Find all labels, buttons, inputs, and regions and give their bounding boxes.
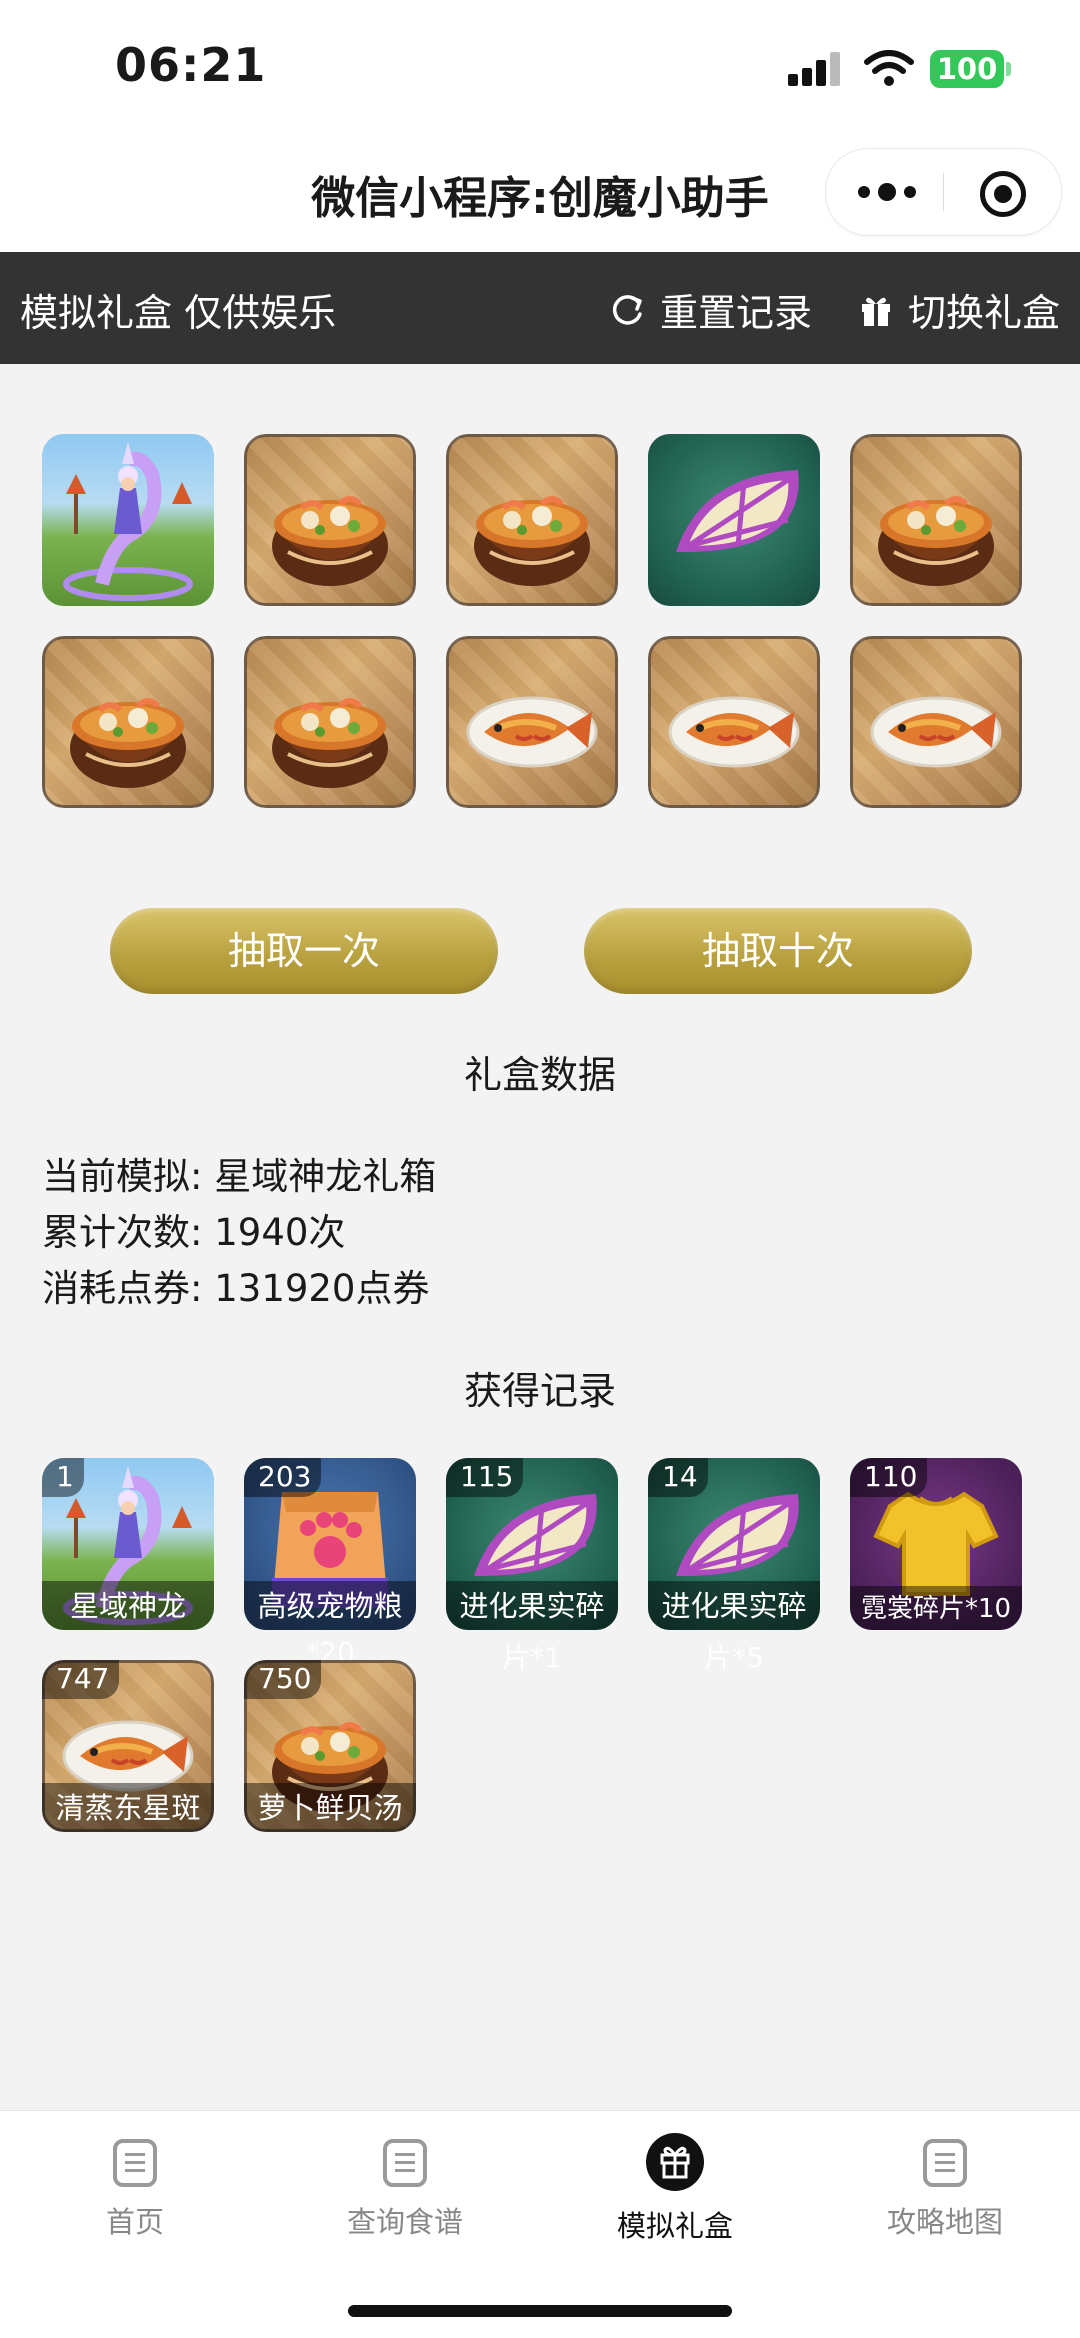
record-label-overflow: 片*5 — [704, 1641, 764, 1674]
reset-records-button[interactable]: 重置记录 — [610, 282, 812, 337]
record-count: 203 — [244, 1458, 322, 1497]
wifi-icon — [864, 50, 914, 86]
refresh-icon — [612, 294, 642, 325]
record-label: 清蒸东星斑 — [42, 1783, 214, 1832]
gift-icon — [862, 297, 890, 326]
tab-label: 攻略地图 — [886, 2205, 1003, 2239]
gift-icon — [646, 2133, 704, 2191]
shellfish-soup-icon — [42, 636, 214, 808]
tab-label: 首页 — [105, 2205, 164, 2239]
result-item[interactable] — [42, 434, 214, 606]
home-indicator — [348, 2305, 732, 2317]
record-item[interactable]: 110 霓裳碎片*10 — [850, 1458, 1022, 1630]
steamed-fish-icon — [446, 636, 618, 808]
record-count: 1 — [42, 1458, 84, 1497]
record-count: 14 — [648, 1458, 708, 1497]
stat-current-box: 当前模拟: 星域神龙礼箱 — [42, 1146, 436, 1200]
battery-indicator: 100 — [930, 50, 1004, 88]
result-item[interactable] — [244, 434, 416, 606]
record-item[interactable]: 747 清蒸东星斑 — [42, 1660, 214, 1832]
shellfish-soup-icon — [850, 434, 1022, 606]
stat-coupon-cost: 消耗点券: 131920点券 — [42, 1258, 429, 1312]
capsule-divider — [943, 173, 944, 211]
toolbar-title: 模拟礼盒 仅供娱乐 — [20, 291, 337, 335]
result-item[interactable] — [850, 434, 1022, 606]
stat-count-label: 累计次数: — [42, 1211, 203, 1254]
document-icon — [383, 2139, 427, 2187]
stat-cost-label: 消耗点券: — [42, 1267, 203, 1310]
record-item[interactable]: 1 星域神龙 — [42, 1458, 214, 1630]
record-label: 萝卜鲜贝汤 — [244, 1783, 416, 1832]
gift-box-toolbar: 模拟礼盒 仅供娱乐 重置记录 切换礼盒 — [0, 252, 1080, 364]
evolution-fruit-slice-icon — [648, 434, 820, 606]
result-item[interactable] — [648, 636, 820, 808]
result-item[interactable] — [648, 434, 820, 606]
draw-ten-button[interactable]: 抽取十次 — [584, 908, 972, 994]
stat-current-value: 星域神龙礼箱 — [214, 1155, 437, 1198]
status-bar: 06:21 100 — [0, 0, 1080, 140]
tab-guide-map[interactable]: 攻略地图 — [810, 2131, 1080, 2241]
result-item[interactable] — [446, 434, 618, 606]
capsule-menu — [825, 148, 1062, 236]
steamed-fish-icon — [850, 636, 1022, 808]
record-count: 750 — [244, 1660, 322, 1699]
more-icon[interactable] — [858, 177, 918, 207]
shellfish-soup-icon — [244, 636, 416, 808]
switch-gift-box-label: 切换礼盒 — [908, 291, 1061, 335]
stat-current-label: 当前模拟: — [42, 1155, 203, 1198]
records-grid: 1 星域神龙 203 高级宠物粮 115 进化果实碎 14 进化果实碎 110 … — [42, 1458, 1052, 1834]
dragon-mount-icon — [42, 434, 214, 606]
record-label: 星域神龙 — [42, 1581, 214, 1630]
reset-records-label: 重置记录 — [660, 291, 813, 335]
records-heading: 获得记录 — [463, 1369, 616, 1413]
record-item[interactable]: 115 进化果实碎 — [446, 1458, 618, 1630]
shellfish-soup-icon — [244, 434, 416, 606]
shellfish-soup-icon — [446, 434, 618, 606]
tab-label: 模拟礼盒 — [616, 2209, 733, 2243]
record-label: 进化果实碎 — [648, 1581, 820, 1630]
steamed-fish-icon — [648, 636, 820, 808]
bottom-tab-bar: 首页 查询食谱 模拟礼盒 攻略地图 — [0, 2110, 1080, 2338]
cellular-signal-icon — [788, 52, 840, 86]
stats-heading: 礼盒数据 — [463, 1053, 616, 1097]
record-count: 115 — [446, 1458, 524, 1497]
record-label: 高级宠物粮 — [244, 1581, 416, 1630]
record-label-overflow: 片*1 — [502, 1641, 562, 1674]
tab-recipes[interactable]: 查询食谱 — [270, 2131, 540, 2241]
record-item[interactable]: 203 高级宠物粮 — [244, 1458, 416, 1630]
result-item[interactable] — [244, 636, 416, 808]
stat-count-value: 1940次 — [214, 1211, 346, 1254]
record-item[interactable]: 14 进化果实碎 — [648, 1458, 820, 1630]
record-count: 747 — [42, 1660, 120, 1699]
draw-results-grid — [42, 434, 1052, 810]
mini-program-navbar: 微信小程序:创魔小助手 — [0, 140, 1080, 252]
stat-cost-value: 131920点券 — [214, 1267, 430, 1310]
status-time: 06:21 — [115, 38, 267, 92]
record-count: 110 — [850, 1458, 928, 1497]
record-label: 进化果实碎 — [446, 1581, 618, 1630]
draw-once-button[interactable]: 抽取一次 — [110, 908, 498, 994]
tab-home[interactable]: 首页 — [0, 2131, 270, 2241]
document-icon — [923, 2139, 967, 2187]
result-item[interactable] — [446, 636, 618, 808]
battery-tip — [1006, 62, 1011, 76]
tab-label: 查询食谱 — [346, 2205, 463, 2239]
record-label: 霓裳碎片*10 — [850, 1586, 1022, 1630]
record-item[interactable]: 750 萝卜鲜贝汤 — [244, 1660, 416, 1832]
document-icon — [113, 2139, 157, 2187]
switch-gift-box-button[interactable]: 切换礼盒 — [858, 282, 1060, 337]
result-item[interactable] — [42, 636, 214, 808]
result-item[interactable] — [850, 636, 1022, 808]
close-mini-program-icon[interactable] — [980, 171, 1026, 217]
tab-gift-box-sim[interactable]: 模拟礼盒 — [540, 2131, 810, 2245]
stat-draw-count: 累计次数: 1940次 — [42, 1202, 345, 1256]
